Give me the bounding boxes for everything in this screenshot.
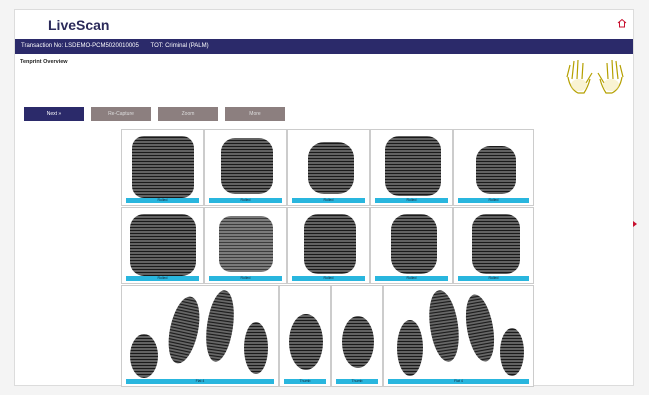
next-button[interactable]: Next » xyxy=(24,107,84,121)
print-cell-thumb[interactable]: Thumb xyxy=(279,285,331,387)
fingerprint-image xyxy=(476,146,516,194)
fingerprint-image xyxy=(130,290,268,378)
print-cell[interactable]: Rolled xyxy=(121,207,204,284)
fingerprint-image xyxy=(219,216,273,272)
print-label: Rolled xyxy=(292,276,365,281)
section-title: Tenprint Overview xyxy=(20,59,68,65)
tot-type: TOT: Criminal (PALM) xyxy=(150,43,209,49)
app-title: LiveScan xyxy=(48,17,110,33)
print-label: Rolled xyxy=(375,276,448,281)
fingerprint-image xyxy=(385,136,441,196)
print-label: Flat 4 xyxy=(126,379,274,384)
print-cell[interactable]: Rolled xyxy=(287,129,370,206)
print-cell[interactable]: Rolled xyxy=(121,129,204,206)
app-window: LiveScan Transaction No: LSDEMO-PCM50200… xyxy=(14,9,637,387)
fingerprint-image xyxy=(130,214,196,276)
expand-arrow-icon[interactable] xyxy=(633,221,637,227)
title-bar: LiveScan xyxy=(15,10,633,38)
print-label: Thumb xyxy=(336,379,378,384)
print-label: Rolled xyxy=(209,276,282,281)
print-label: Rolled xyxy=(126,276,199,281)
fingerprint-image xyxy=(472,214,520,274)
zoom-button[interactable]: Zoom xyxy=(158,107,218,121)
fingerprint-image xyxy=(308,142,354,194)
print-cell-thumb[interactable]: Thumb xyxy=(331,285,383,387)
print-cell[interactable]: Rolled xyxy=(370,207,453,284)
print-label: Rolled xyxy=(375,198,448,203)
fingerprint-image xyxy=(304,214,356,274)
more-button[interactable]: More xyxy=(225,107,285,121)
fingerprint-image xyxy=(397,290,524,376)
print-label: Flat 4 xyxy=(388,379,529,384)
print-label: Rolled xyxy=(209,198,282,203)
print-cell[interactable]: Rolled xyxy=(453,129,534,206)
print-cell[interactable]: Rolled xyxy=(287,207,370,284)
print-label: Rolled xyxy=(458,276,529,281)
tenprint-grid: Rolled Rolled Rolled Rolled Rolled Rolle… xyxy=(121,129,534,387)
print-cell[interactable]: Rolled xyxy=(204,129,287,206)
print-cell-flat[interactable]: Flat 4 xyxy=(383,285,534,387)
transaction-bar: Transaction No: LSDEMO-PCM5020010005 TOT… xyxy=(15,39,633,54)
print-label: Rolled xyxy=(458,198,529,203)
transaction-number: Transaction No: LSDEMO-PCM5020010005 xyxy=(21,43,139,49)
fingerprint-image xyxy=(132,136,194,198)
print-label: Rolled xyxy=(292,198,365,203)
print-label: Thumb xyxy=(284,379,326,384)
hands-icon xyxy=(566,59,624,94)
fingerprint-image xyxy=(342,316,374,368)
print-cell-flat[interactable]: Flat 4 xyxy=(121,285,279,387)
recapture-button[interactable]: Re-Capture xyxy=(91,107,151,121)
print-cell[interactable]: Rolled xyxy=(204,207,287,284)
print-cell[interactable]: Rolled xyxy=(453,207,534,284)
home-icon[interactable] xyxy=(617,18,627,28)
print-cell[interactable]: Rolled xyxy=(370,129,453,206)
fingerprint-image xyxy=(391,214,437,274)
fingerprint-image xyxy=(221,138,273,194)
fingerprint-image xyxy=(289,314,323,370)
print-label: Rolled xyxy=(126,198,199,203)
